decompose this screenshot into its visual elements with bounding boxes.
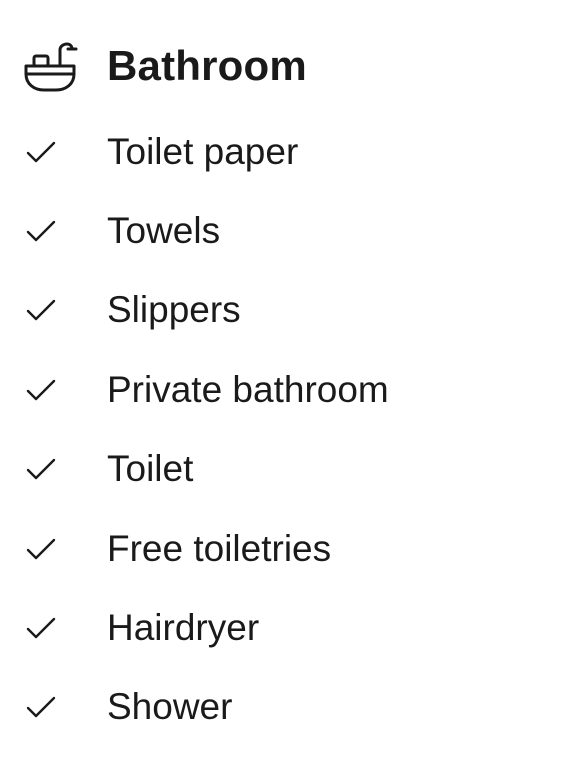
amenity-label: Toilet xyxy=(107,448,194,490)
amenity-label: Towels xyxy=(107,210,221,252)
amenity-section-bathroom: Bathroom Toilet paper Towels Slippers Pr… xyxy=(0,0,578,770)
section-header: Bathroom xyxy=(20,30,307,102)
checkmark-icon xyxy=(24,611,58,645)
amenity-label: Free toiletries xyxy=(107,527,332,569)
checkmark-icon xyxy=(24,690,58,724)
list-item: Toilet paper xyxy=(0,112,578,191)
list-item: Free toiletries xyxy=(0,509,578,588)
checkmark-icon xyxy=(24,532,58,566)
section-title: Bathroom xyxy=(107,42,307,89)
amenity-label: Shower xyxy=(107,686,233,728)
checkmark-icon xyxy=(24,214,58,248)
checkmark-icon xyxy=(24,373,58,407)
list-item: Hairdryer xyxy=(0,588,578,667)
list-item: Towels xyxy=(0,191,578,270)
list-item: Private bathroom xyxy=(0,350,578,429)
amenity-label: Slippers xyxy=(107,289,241,331)
amenity-label: Hairdryer xyxy=(107,607,260,649)
list-item: Toilet xyxy=(0,430,578,509)
amenity-label: Private bathroom xyxy=(107,368,389,410)
amenity-list: Toilet paper Towels Slippers Private bat… xyxy=(0,112,578,747)
list-item: Slippers xyxy=(0,271,578,350)
bath-icon xyxy=(20,36,80,96)
amenity-label: Toilet paper xyxy=(107,130,299,172)
checkmark-icon xyxy=(24,452,58,486)
checkmark-icon xyxy=(24,293,58,327)
list-item: Shower xyxy=(0,668,578,747)
checkmark-icon xyxy=(24,135,58,169)
